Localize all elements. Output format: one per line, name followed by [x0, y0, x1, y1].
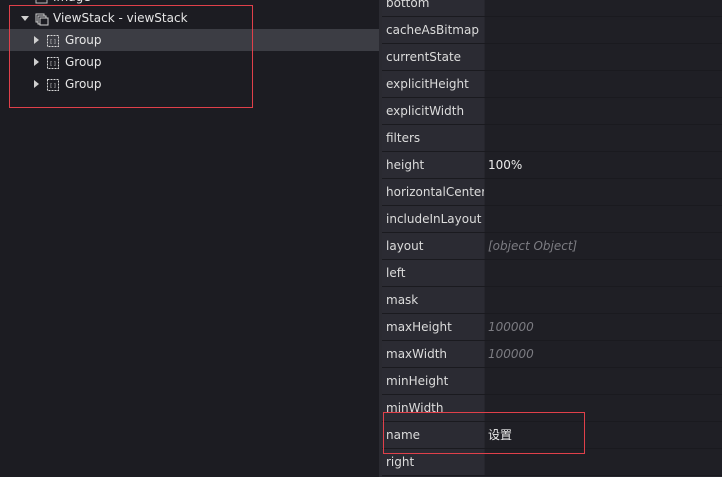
- svg-text:[ ]: [ ]: [50, 39, 56, 45]
- tree-item-group-2[interactable]: [ ] Group: [0, 51, 379, 73]
- property-row-explicit-height[interactable]: explicitHeight: [382, 71, 722, 98]
- property-value-field[interactable]: 100000: [485, 341, 722, 367]
- property-row-bottom[interactable]: bottom: [382, 0, 722, 17]
- property-name: height: [382, 152, 484, 178]
- property-name: name: [382, 422, 484, 448]
- property-name: filters: [382, 125, 484, 151]
- expand-arrow-icon[interactable]: [34, 80, 39, 88]
- property-value-field[interactable]: [485, 206, 722, 232]
- property-name: cacheAsBitmap: [382, 17, 484, 43]
- property-value-field[interactable]: 100%: [485, 152, 722, 178]
- property-value-field[interactable]: [485, 44, 722, 70]
- property-value-field[interactable]: [485, 0, 722, 16]
- property-value-field[interactable]: [485, 260, 722, 286]
- property-row-filters[interactable]: filters: [382, 125, 722, 152]
- property-name: minWidth: [382, 395, 484, 421]
- property-value-field[interactable]: [485, 98, 722, 124]
- property-name: minHeight: [382, 368, 484, 394]
- tree-item-label: Group: [65, 77, 102, 91]
- property-value-field[interactable]: [485, 449, 722, 475]
- group-icon: [ ]: [46, 55, 59, 69]
- property-row-max-height[interactable]: maxHeight 100000: [382, 314, 722, 341]
- outline-tree: Image ViewStack - viewStack [ ] Gr: [0, 0, 379, 477]
- tree-item-label: Group: [65, 55, 102, 69]
- collapse-arrow-icon[interactable]: [21, 16, 29, 21]
- property-row-layout[interactable]: layout [object Object]: [382, 233, 722, 260]
- property-name: right: [382, 449, 484, 475]
- tree-item-group-3[interactable]: [ ] Group: [0, 73, 379, 95]
- group-icon: [ ]: [46, 33, 59, 47]
- property-row-current-state[interactable]: currentState: [382, 44, 722, 71]
- property-row-height[interactable]: height 100%: [382, 152, 722, 179]
- property-row-right[interactable]: right: [382, 449, 722, 476]
- property-name: currentState: [382, 44, 484, 70]
- viewstack-icon: [35, 11, 49, 26]
- property-row-explicit-width[interactable]: explicitWidth: [382, 98, 722, 125]
- property-row-min-width[interactable]: minWidth: [382, 395, 722, 422]
- property-name: maxWidth: [382, 341, 484, 367]
- property-row-max-width[interactable]: maxWidth 100000: [382, 341, 722, 368]
- property-value-field[interactable]: [object Object]: [485, 233, 722, 259]
- property-row-include-in-layout[interactable]: includeInLayout: [382, 206, 722, 233]
- property-value-field[interactable]: 100000: [485, 314, 722, 340]
- property-value-field[interactable]: [485, 395, 722, 421]
- property-row-min-height[interactable]: minHeight: [382, 368, 722, 395]
- editor-window: Image ViewStack - viewStack [ ] Gr: [0, 0, 722, 477]
- property-row-name[interactable]: name 设置: [382, 422, 722, 449]
- property-name: includeInLayout: [382, 206, 484, 232]
- expand-arrow-icon[interactable]: [34, 36, 39, 44]
- property-grid: bottom cacheAsBitmap currentState explicitH…: [382, 0, 722, 477]
- property-value-field[interactable]: [485, 179, 722, 205]
- property-name: maxHeight: [382, 314, 484, 340]
- property-value-field[interactable]: [485, 125, 722, 151]
- image-icon: [35, 0, 48, 4]
- tree-item-label: Group: [65, 33, 102, 47]
- property-row-mask[interactable]: mask: [382, 287, 722, 314]
- property-name: explicitHeight: [382, 71, 484, 97]
- property-row-cache-as-bitmap[interactable]: cacheAsBitmap: [382, 17, 722, 44]
- property-name: bottom: [382, 0, 484, 16]
- group-icon: [ ]: [46, 77, 59, 91]
- expand-arrow-icon[interactable]: [34, 58, 39, 66]
- tree-item-label: ViewStack - viewStack: [53, 11, 188, 25]
- property-value-field[interactable]: [485, 368, 722, 394]
- property-name: explicitWidth: [382, 98, 484, 124]
- property-value-field[interactable]: [485, 287, 722, 313]
- tree-item-group-1[interactable]: [ ] Group: [0, 29, 379, 51]
- property-name: left: [382, 260, 484, 286]
- tree-item-viewstack[interactable]: ViewStack - viewStack: [0, 7, 379, 29]
- property-value-field[interactable]: [485, 71, 722, 97]
- property-row-left[interactable]: left: [382, 260, 722, 287]
- property-name: layout: [382, 233, 484, 259]
- property-row-horizontal-center[interactable]: horizontalCenter: [382, 179, 722, 206]
- property-name: horizontalCenter: [382, 179, 484, 205]
- property-value-field[interactable]: [485, 17, 722, 43]
- svg-text:[ ]: [ ]: [50, 61, 56, 67]
- property-value-field[interactable]: 设置: [485, 422, 722, 448]
- property-name: mask: [382, 287, 484, 313]
- svg-text:[ ]: [ ]: [50, 83, 56, 89]
